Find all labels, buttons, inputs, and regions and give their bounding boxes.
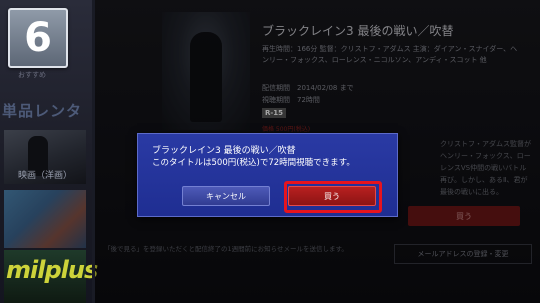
tv-screen: おすすめ 単品レンタ 映画（洋画） milplus ブラックレイン3 最後の戦い…: [0, 0, 540, 303]
rail-heading: 単品レンタ: [2, 102, 83, 120]
buy-button-highlight-frame: [284, 181, 382, 213]
rail-thumbnail-caption: 映画（洋画）: [17, 171, 72, 181]
rail-logo: milplus: [6, 256, 98, 284]
dialog-message: このタイトルは500円(税込)で72時間視聴できます。: [152, 158, 355, 168]
rail-recommend-label[interactable]: おすすめ: [18, 70, 46, 80]
dialog-title: ブラックレイン3 最後の戦い／吹替: [152, 146, 296, 156]
step-number-badge: 6: [8, 8, 68, 68]
rail-thumbnail-second[interactable]: [4, 190, 86, 248]
cancel-button[interactable]: キャンセル: [182, 186, 270, 206]
